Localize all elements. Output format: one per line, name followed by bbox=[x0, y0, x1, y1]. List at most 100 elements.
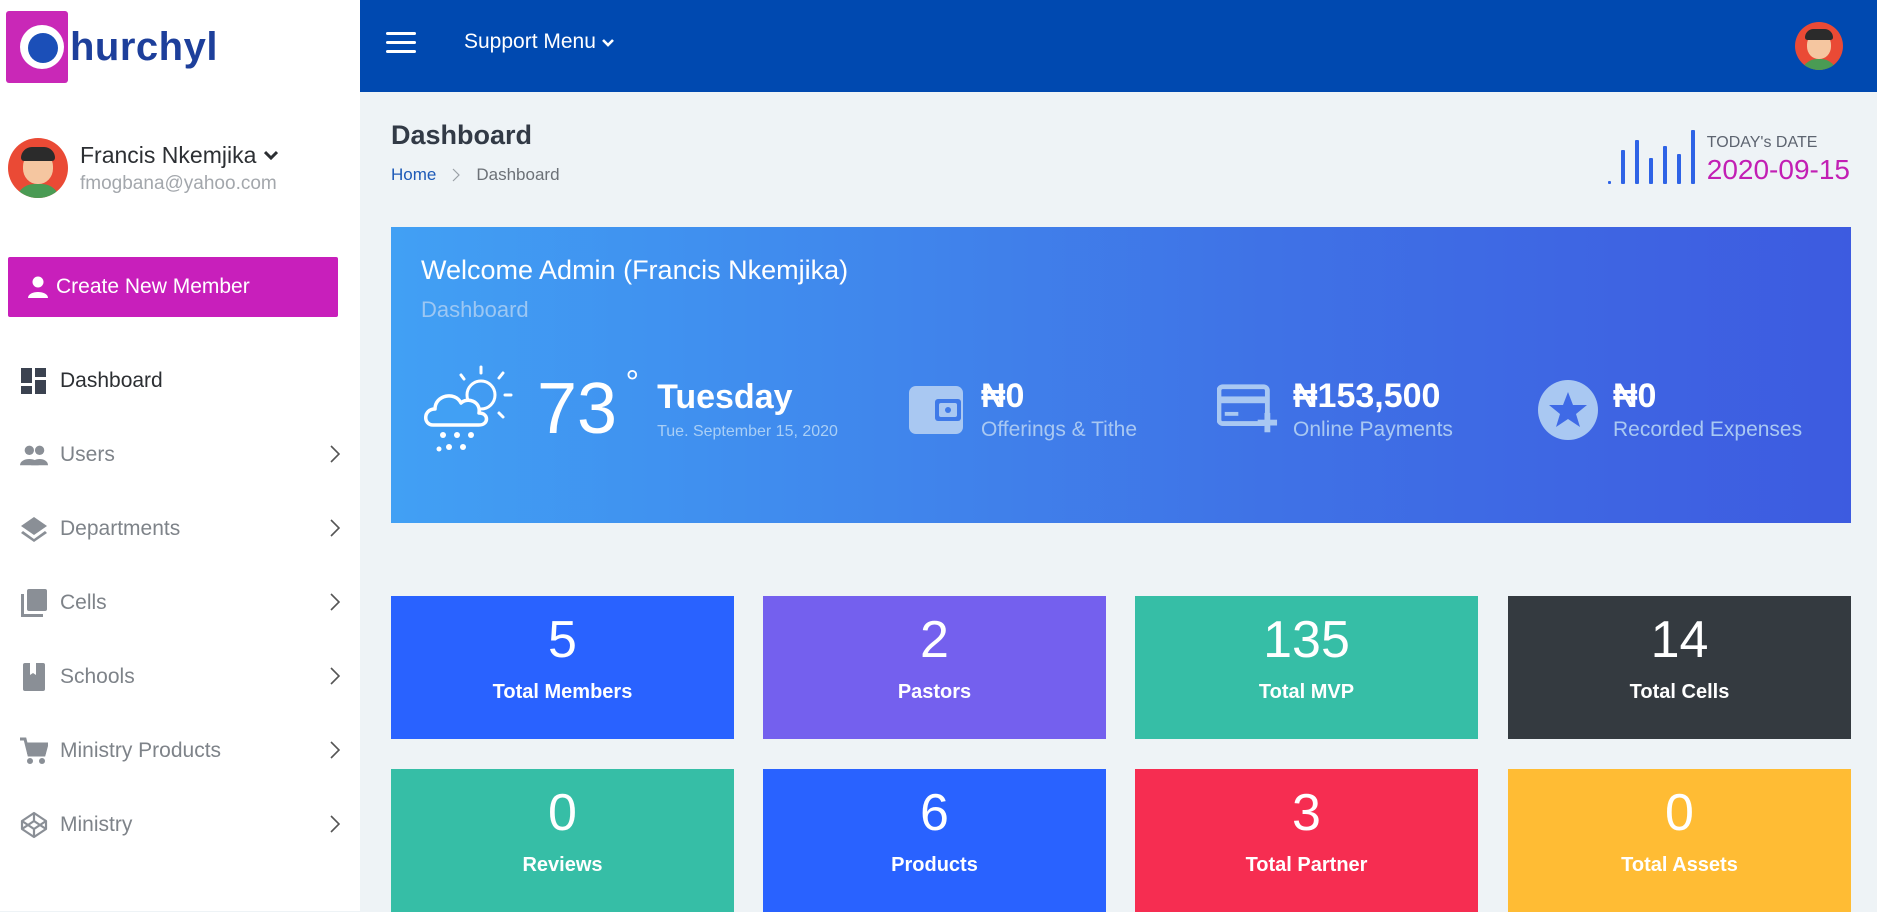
online-payments-label: Online Payments bbox=[1293, 418, 1453, 441]
layers-icon bbox=[20, 515, 48, 543]
tile-label: Reviews bbox=[522, 854, 603, 877]
recorded-expenses-stat: ₦0 Recorded Expenses bbox=[1537, 377, 1802, 442]
todays-date-value: 2020-09-15 bbox=[1706, 154, 1850, 185]
church-logo-icon bbox=[6, 11, 68, 83]
app-logo[interactable]: hurchyl bbox=[6, 10, 218, 84]
tile-total-members[interactable]: 5 Total Members bbox=[391, 596, 734, 739]
topbar: Support Menu bbox=[360, 0, 1877, 92]
chevron-right-icon bbox=[452, 168, 461, 182]
sidebar-item-departments[interactable]: Departments bbox=[0, 492, 360, 566]
chevron-down-icon bbox=[602, 38, 614, 47]
weather-rain-icon bbox=[424, 365, 513, 452]
codepen-icon bbox=[20, 811, 48, 839]
library-icon bbox=[20, 589, 48, 617]
tile-label: Products bbox=[891, 854, 978, 877]
weather-widget: 73 ° Tuesday Tue. September 15, 2020 bbox=[419, 359, 838, 459]
full-date: Tue. September 15, 2020 bbox=[657, 422, 838, 440]
breadcrumb: Home Dashboard bbox=[391, 165, 560, 185]
chevron-right-icon bbox=[330, 741, 340, 759]
sidebar-item-label: Ministry bbox=[60, 813, 133, 836]
temperature-number: 73 bbox=[537, 369, 618, 449]
tile-pastors[interactable]: 2 Pastors bbox=[763, 596, 1106, 739]
tile-label: Pastors bbox=[897, 681, 972, 704]
tile-value: 14 bbox=[1650, 611, 1709, 669]
avatar bbox=[8, 138, 68, 198]
wallet-icon bbox=[905, 379, 967, 441]
hamburger-menu-icon[interactable] bbox=[386, 32, 416, 56]
breadcrumb-current: Dashboard bbox=[476, 165, 560, 184]
sidebar-item-ministry[interactable]: Ministry bbox=[0, 788, 360, 862]
users-icon bbox=[20, 441, 48, 469]
sidebar-item-label: Schools bbox=[60, 665, 135, 688]
recorded-expenses-amount: ₦0 bbox=[1613, 377, 1657, 415]
sidebar-item-label: Cells bbox=[60, 591, 107, 614]
user-icon bbox=[28, 276, 48, 298]
tile-total-cells[interactable]: 14 Total Cells bbox=[1508, 596, 1851, 739]
support-menu-dropdown[interactable]: Support Menu bbox=[464, 30, 614, 54]
support-menu-label: Support Menu bbox=[464, 30, 596, 53]
tile-value: 5 bbox=[548, 611, 577, 669]
bar-graph-icon bbox=[1607, 130, 1695, 186]
tile-label: Total Members bbox=[492, 681, 633, 704]
tile-value: 2 bbox=[920, 611, 949, 669]
create-new-member-button[interactable]: Create New Member bbox=[8, 257, 338, 317]
tile-label: Total MVP bbox=[1258, 681, 1355, 704]
tile-total-mvp[interactable]: 135 Total MVP bbox=[1135, 596, 1478, 739]
tile-products[interactable]: 6 Products bbox=[763, 769, 1106, 912]
dashboard-icon bbox=[20, 367, 48, 395]
topbar-avatar[interactable] bbox=[1795, 22, 1843, 70]
todays-date-widget: TODAY's DATE 2020-09-15 bbox=[1607, 130, 1850, 186]
tile-label: Total Assets bbox=[1621, 854, 1738, 877]
sidebar: hurchyl Francis Nkemjika fmogbana@yahoo.… bbox=[0, 0, 360, 911]
tile-value: 3 bbox=[1292, 784, 1321, 842]
sidebar-item-cells[interactable]: Cells bbox=[0, 566, 360, 640]
chevron-right-icon bbox=[330, 667, 340, 685]
profile-name: Francis Nkemjika bbox=[80, 141, 257, 168]
sidebar-item-users[interactable]: Users bbox=[0, 418, 360, 492]
chevron-right-icon bbox=[330, 593, 340, 611]
tile-label: Total Partner bbox=[1245, 854, 1368, 877]
tile-value: 0 bbox=[1665, 784, 1694, 842]
offerings-tithe-stat: ₦0 Offerings & Tithe bbox=[905, 377, 1137, 442]
chevron-right-icon bbox=[330, 519, 340, 537]
tile-value: 0 bbox=[548, 784, 577, 842]
tile-total-assets[interactable]: 0 Total Assets bbox=[1508, 769, 1851, 912]
breadcrumb-home-link[interactable]: Home bbox=[391, 165, 436, 185]
tile-value: 6 bbox=[920, 784, 949, 842]
todays-date-label: TODAY's DATE bbox=[1706, 134, 1818, 151]
offerings-amount: ₦0 bbox=[981, 377, 1025, 415]
sidebar-item-schools[interactable]: Schools bbox=[0, 640, 360, 714]
welcome-banner: Welcome Admin (Francis Nkemjika) Dashboa… bbox=[391, 227, 1851, 523]
sidebar-nav: Dashboard Users Departments Cells School… bbox=[0, 344, 360, 862]
book-icon bbox=[20, 663, 48, 691]
sidebar-item-dashboard[interactable]: Dashboard bbox=[0, 344, 360, 418]
chevron-down-icon bbox=[264, 150, 279, 160]
welcome-subtitle: Dashboard bbox=[421, 297, 529, 322]
online-payments-amount: ₦153,500 bbox=[1293, 377, 1441, 415]
page-title: Dashboard bbox=[391, 120, 533, 150]
logo-text: hurchyl bbox=[70, 24, 218, 69]
profile-email: fmogbana@yahoo.com bbox=[80, 172, 277, 194]
welcome-heading: Welcome Admin (Francis Nkemjika) bbox=[421, 255, 849, 285]
chevron-right-icon bbox=[330, 815, 340, 833]
online-payments-stat: ₦153,500 Online Payments bbox=[1217, 377, 1453, 442]
sidebar-item-label: Departments bbox=[60, 517, 181, 540]
profile-name-dropdown[interactable]: Francis Nkemjika bbox=[80, 141, 279, 169]
temperature-value: 73 ° bbox=[537, 364, 639, 450]
sidebar-item-ministry-products[interactable]: Ministry Products bbox=[0, 714, 360, 788]
tile-value: 135 bbox=[1263, 611, 1350, 669]
sidebar-item-label: Ministry Products bbox=[60, 739, 222, 762]
user-profile[interactable]: Francis Nkemjika fmogbana@yahoo.com bbox=[8, 138, 279, 198]
tile-reviews[interactable]: 0 Reviews bbox=[391, 769, 734, 912]
chevron-right-icon bbox=[330, 445, 340, 463]
tile-label: Total Cells bbox=[1629, 681, 1730, 704]
create-new-member-label: Create New Member bbox=[56, 275, 250, 298]
degree-symbol: ° bbox=[625, 364, 640, 402]
star-circle-icon bbox=[1537, 379, 1599, 441]
recorded-expenses-label: Recorded Expenses bbox=[1613, 418, 1803, 441]
credit-card-plus-icon bbox=[1217, 379, 1279, 441]
tile-total-partner[interactable]: 3 Total Partner bbox=[1135, 769, 1478, 912]
offerings-label: Offerings & Tithe bbox=[981, 418, 1138, 441]
sidebar-item-label: Dashboard bbox=[60, 369, 163, 392]
weekday: Tuesday bbox=[657, 377, 793, 416]
